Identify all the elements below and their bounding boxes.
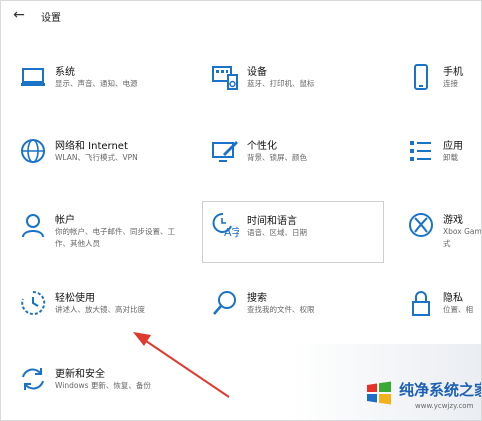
globe-icon <box>19 137 47 165</box>
window-title: 设置 <box>41 13 61 24</box>
tile-name: 隐私 <box>443 293 463 304</box>
tile-network[interactable]: 网络和 Internet WLAN、飞行模式、VPN <box>19 137 189 189</box>
tile-desc: 讲述人、放大镜、高对比度 <box>55 305 145 314</box>
back-button[interactable]: ← <box>9 5 29 25</box>
tile-desc: 语音、区域、日期 <box>247 228 307 237</box>
tile-name: 搜索 <box>247 293 267 304</box>
tile-desc: Windows 更新、恢复、备份 <box>55 381 151 390</box>
tile-devices[interactable]: 设备 蓝牙、打印机、鼠标 <box>211 63 371 115</box>
watermark-title: 纯净系统之家 <box>399 381 482 399</box>
sync-icon <box>19 365 47 393</box>
tile-name: 应用 <box>443 141 463 152</box>
tile-phone[interactable]: 手机 连接 <box>407 63 481 115</box>
devices-icon <box>211 63 239 91</box>
tile-name: 帐户 <box>55 215 75 226</box>
tile-desc-line-2: 式 <box>443 239 451 248</box>
title-bar: ← 设置 <box>1 1 481 29</box>
lock-icon <box>407 289 435 317</box>
watermark-url: www.ycwjzy.com <box>415 402 474 410</box>
tile-desc: Xbox Gam 式 <box>443 226 482 250</box>
tile-desc: 位置、相 <box>443 305 473 314</box>
person-icon <box>19 211 47 239</box>
svg-text:A字: A字 <box>224 225 239 238</box>
tile-desc: 显示、声音、通知、电源 <box>55 79 138 88</box>
tile-update-security[interactable]: 更新和安全 Windows 更新、恢复、备份 <box>19 365 189 417</box>
tile-personalization[interactable]: 个性化 背景、锁屏、颜色 <box>211 137 371 189</box>
tile-desc: 背景、锁屏、颜色 <box>247 153 307 162</box>
tile-name: 系统 <box>55 67 75 78</box>
tile-name: 游戏 <box>443 215 463 226</box>
tile-desc: 连接 <box>443 79 458 88</box>
tile-desc: 查找我的文件、权限 <box>247 305 315 314</box>
tile-name: 设备 <box>247 67 267 78</box>
tile-desc: WLAN、飞行模式、VPN <box>55 153 138 162</box>
windows-logo-icon <box>365 379 393 407</box>
tile-desc-text: 你的帐户、电子邮件、同步设置、工作、其他人员 <box>55 227 175 248</box>
tile-name: 个性化 <box>247 141 277 152</box>
tile-apps[interactable]: 应用 卸载 <box>407 137 481 189</box>
phone-icon <box>407 63 435 91</box>
xbox-icon <box>407 211 435 239</box>
laptop-icon <box>19 63 47 91</box>
paint-brush-icon <box>211 137 239 165</box>
tile-accounts[interactable]: 帐户 你的帐户、电子邮件、同步设置、工作、其他人员 <box>19 211 199 263</box>
tile-desc: 卸载 <box>443 153 458 162</box>
tile-system[interactable]: 系统 显示、声音、通知、电源 <box>19 63 189 115</box>
tile-name: 网络和 Internet <box>55 141 128 152</box>
time-language-icon: A字 <box>211 210 239 238</box>
tile-gaming[interactable]: 游戏 Xbox Gam 式 <box>407 211 482 263</box>
ease-of-access-icon <box>19 289 47 317</box>
tile-name: 轻松使用 <box>55 293 95 304</box>
tile-time-language[interactable]: A字 时间和语言 语音、区域、日期 <box>202 201 384 263</box>
tile-name: 手机 <box>443 67 463 78</box>
tile-name: 时间和语言 <box>247 216 297 227</box>
tile-ease-of-access[interactable]: 轻松使用 讲述人、放大镜、高对比度 <box>19 289 189 341</box>
tile-desc: 你的帐户、电子邮件、同步设置、工作、其他人员 <box>55 226 185 250</box>
apps-list-icon <box>407 137 435 165</box>
tile-desc: 蓝牙、打印机、鼠标 <box>247 79 315 88</box>
watermark: 纯净系统之家 www.ycwjzy.com <box>291 344 481 420</box>
settings-window: ← 设置 系统 显示、声音、通知、电源 设备 蓝牙、打印机、鼠标 手机 连接 网… <box>0 0 482 421</box>
tile-name: 更新和安全 <box>55 369 105 380</box>
tile-search[interactable]: 搜索 查找我的文件、权限 <box>211 289 371 341</box>
tile-desc-line-1: Xbox Gam <box>443 227 482 236</box>
search-icon <box>211 289 239 317</box>
tile-privacy[interactable]: 隐私 位置、相 <box>407 289 481 341</box>
